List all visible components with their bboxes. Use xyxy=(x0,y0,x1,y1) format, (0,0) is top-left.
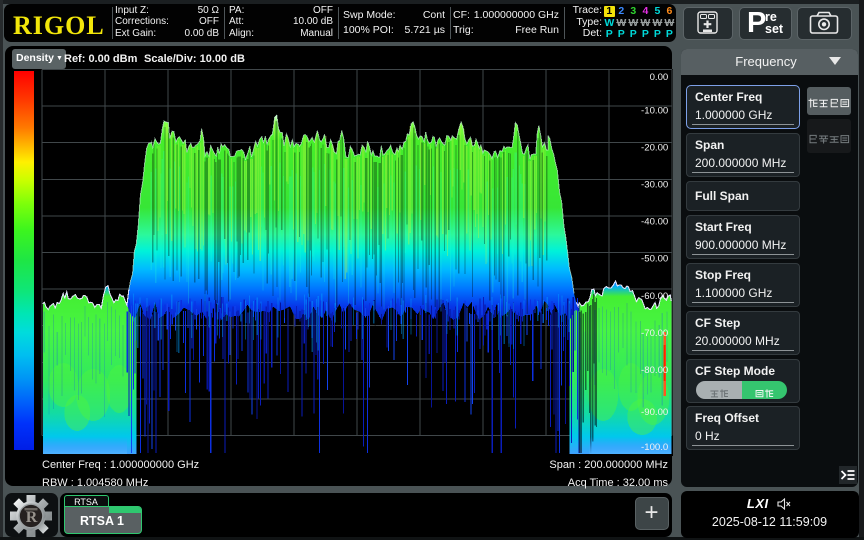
svg-text:0.00: 0.00 xyxy=(649,72,668,83)
svg-text:-80.00: -80.00 xyxy=(641,365,668,376)
svg-text:-10.00: -10.00 xyxy=(641,105,668,116)
svg-text:-30.00: -30.00 xyxy=(641,180,668,191)
svg-text:-60.00: -60.00 xyxy=(641,291,668,302)
svg-text:-70.00: -70.00 xyxy=(641,328,668,339)
svg-text:-90.00: -90.00 xyxy=(641,407,668,418)
svg-text:-50.00: -50.00 xyxy=(641,254,668,265)
svg-text:-20.00: -20.00 xyxy=(641,142,668,153)
svg-text:R: R xyxy=(26,509,38,526)
svg-text:-40.00: -40.00 xyxy=(641,217,668,228)
svg-text:-100.0: -100.0 xyxy=(641,442,668,453)
